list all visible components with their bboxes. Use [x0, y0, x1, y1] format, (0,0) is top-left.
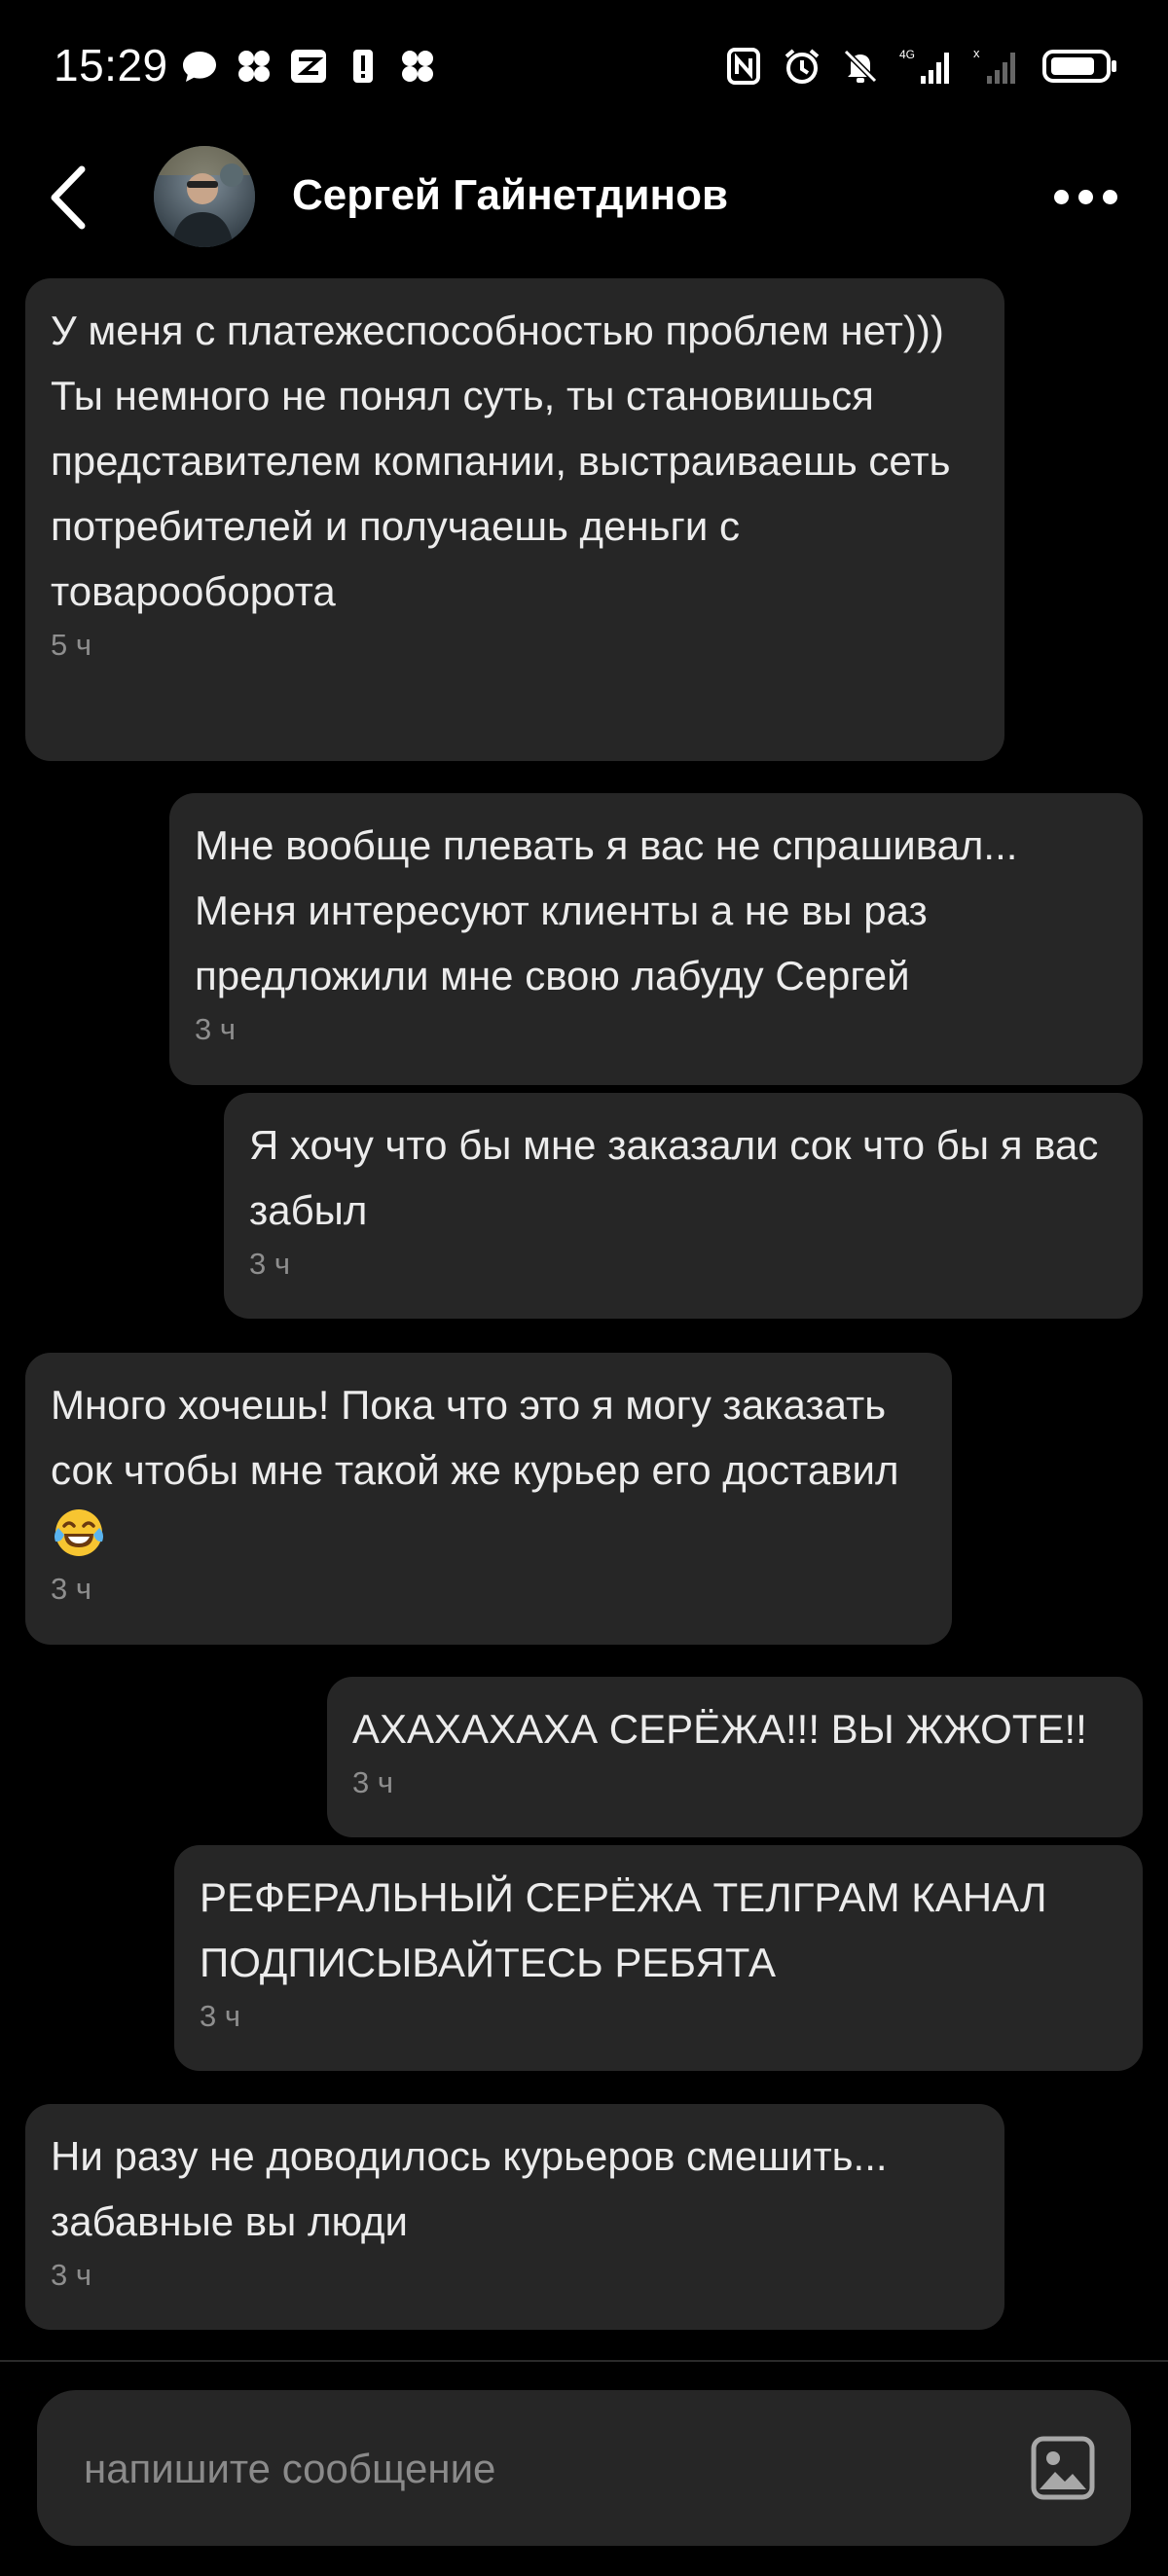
message-time: 3 ч [352, 1765, 394, 1799]
status-bar: 15:29 4G x [0, 0, 1168, 136]
svg-text:4G: 4G [899, 48, 915, 61]
nfc-icon [724, 47, 763, 86]
message-bubble-outgoing[interactable]: АХАХАХАХА СЕРЁЖА!!! ВЫ ЖЖОТЕ!! 3 ч [327, 1677, 1143, 1837]
message-text: АХАХАХАХА СЕРЁЖА!!! ВЫ ЖЖОТЕ!! [352, 1706, 1087, 1752]
message-time: 3 ч [51, 2258, 92, 2292]
status-time: 15:29 [54, 40, 168, 91]
chat-header: Сергей Гайнетдинов [0, 136, 1168, 258]
app-cluster-icon-2 [398, 47, 437, 86]
image-icon [1031, 2436, 1095, 2500]
document-app-icon [289, 47, 328, 86]
alarm-icon [783, 47, 821, 86]
more-dot-icon [1077, 189, 1093, 204]
message-bubble-incoming[interactable]: Много хочешь! Пока что это я могу заказа… [25, 1353, 952, 1645]
message-text: Много хочешь! Пока что это я могу заказа… [51, 1372, 927, 1568]
message-text: У меня с платежеспособностью проблем нет… [51, 308, 951, 614]
message-input[interactable] [82, 2437, 962, 2501]
chat-bubble-icon [180, 47, 219, 86]
system-icons: 4G x [724, 47, 1119, 86]
notification-icons [180, 47, 437, 86]
contact-name[interactable]: Сергей Гайнетдинов [292, 171, 728, 220]
message-bubble-outgoing[interactable]: РЕФЕРАЛЬНЫЙ СЕРЁЖА ТЕЛГРАМ КАНАЛ ПОДПИСЫ… [174, 1845, 1143, 2071]
more-dot-icon [1053, 189, 1069, 204]
message-time: 3 ч [200, 1999, 241, 2033]
svg-text:x: x [973, 47, 980, 60]
message-composer [37, 2390, 1131, 2546]
battery-icon [1041, 47, 1119, 86]
message-bubble-outgoing[interactable]: Я хочу что бы мне заказали сок что бы я … [224, 1093, 1143, 1319]
more-options-button[interactable] [1041, 175, 1129, 218]
chevron-left-icon [51, 165, 86, 230]
message-text: РЕФЕРАЛЬНЫЙ СЕРЁЖА ТЕЛГРАМ КАНАЛ ПОДПИСЫ… [200, 1874, 1059, 1985]
message-text: Я хочу что бы мне заказали сок что бы я … [249, 1122, 1110, 1233]
alert-icon [344, 47, 383, 86]
message-time: 5 ч [51, 628, 92, 662]
composer-divider [0, 2360, 1168, 2362]
avatar[interactable] [154, 146, 255, 247]
message-time: 3 ч [195, 1012, 237, 1046]
mute-bell-icon [841, 47, 880, 86]
message-text: Ни разу не доводилось курьеров смешить..… [51, 2133, 888, 2244]
message-text-content: Много хочешь! Пока что это я могу заказа… [51, 1382, 899, 1493]
message-time: 3 ч [249, 1247, 291, 1281]
attach-image-button[interactable] [1028, 2433, 1098, 2503]
back-button[interactable] [44, 163, 92, 232]
message-time: 3 ч [51, 1572, 92, 1606]
signal-no-service-icon: x [973, 47, 1022, 86]
message-bubble-outgoing[interactable]: Мне вообще плевать я вас не спрашивал...… [169, 793, 1143, 1085]
more-dot-icon [1102, 189, 1117, 204]
message-text: Мне вообще плевать я вас не спрашивал...… [195, 822, 1018, 998]
signal-4g-icon: 4G [899, 47, 954, 86]
message-bubble-incoming[interactable]: У меня с платежеспособностью проблем нет… [25, 278, 1004, 761]
laughing-tears-emoji-icon [53, 1506, 105, 1559]
app-cluster-icon [235, 47, 274, 86]
message-bubble-incoming[interactable]: Ни разу не доводилось курьеров смешить..… [25, 2104, 1004, 2330]
